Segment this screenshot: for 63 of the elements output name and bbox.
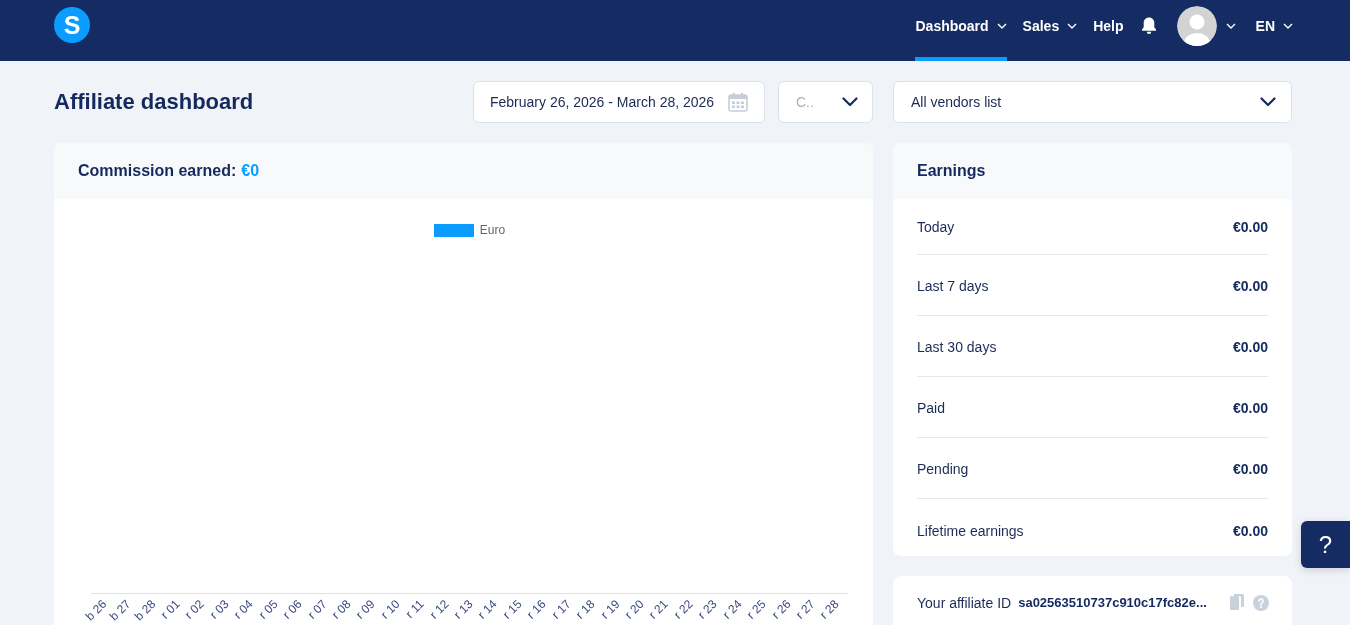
chevron-down-icon [1260,97,1276,107]
x-axis-label: r 14 [475,597,501,622]
x-axis-label: r 17 [548,597,574,622]
commission-label: Commission earned: [78,162,237,180]
calendar-icon [728,92,748,112]
x-axis-label: r 28 [817,597,842,622]
user-avatar-icon[interactable] [1176,5,1217,46]
nav-tab[interactable]: Sales [1022,0,1078,61]
earnings-value: €0.00 [1232,523,1268,539]
x-axis-label: r 27 [793,597,818,622]
x-axis-label: r 05 [255,597,281,622]
page-title: Affiliate dashboard [54,89,254,115]
language-selector[interactable]: EN [1255,17,1293,34]
x-axis-label: r 06 [280,597,305,622]
earnings-value: €0.00 [1232,400,1268,416]
x-axis-label: r 11 [402,597,427,621]
x-axis-label: r 13 [451,597,476,622]
x-axis-label: r 09 [353,597,378,622]
x-axis-label: r 01 [158,597,183,622]
x-axis-label: r 21 [646,597,671,622]
earnings-label: Last 7 days [917,278,989,294]
x-axis-label: r 26 [768,597,794,622]
affiliate-id-label: Your affiliate ID [917,594,1012,612]
earnings-title: Earnings [917,162,986,180]
x-axis-label: r 19 [597,597,623,622]
x-axis-label: b 27 [107,597,134,624]
x-axis-label: r 18 [573,597,598,622]
vendors-dropdown[interactable]: All vendors list [893,81,1292,123]
x-axis-label: r 02 [182,597,207,622]
x-axis-label: r 04 [231,597,256,622]
x-axis-label: r 22 [670,597,696,622]
x-axis-label: r 07 [304,597,330,622]
date-range-field[interactable]: February 26, 2026 - March 28, 2026 [473,81,765,123]
legend-label: Euro [479,224,506,237]
x-axis-label: r 12 [426,597,452,622]
x-axis-label: b 28 [131,597,159,624]
earnings-value: €0.00 [1232,339,1268,355]
x-axis-label: r 16 [524,597,549,622]
x-axis-label: r 24 [719,597,745,622]
x-axis-label: r 20 [622,597,647,622]
x-axis-label: r 10 [377,597,403,622]
earnings-label: Today [917,218,955,235]
chevron-down-icon [842,97,858,107]
earnings-label: Lifetime earnings [917,523,1024,539]
commission-amount: €0 [241,162,260,180]
caret-icon[interactable] [1225,22,1236,29]
earnings-value: €0.00 [1232,278,1268,294]
earnings-value: €0.00 [1232,218,1268,235]
nav-tab[interactable]: Dashboard [915,0,1007,61]
help-button[interactable]: ? [1301,521,1350,568]
x-axis-label: r 08 [329,597,354,622]
x-axis-label: r 25 [744,597,769,622]
earnings-label: Last 30 days [917,339,997,355]
bell-icon[interactable] [1139,16,1158,35]
x-axis-label: r 15 [499,597,525,622]
affiliate-id-value: sa02563510737c910c17fc82e... [1018,594,1207,612]
earnings-value: €0.00 [1232,461,1268,477]
earnings-label: Paid [917,400,946,416]
nav-tab[interactable]: Help [1093,0,1124,61]
x-axis-label: r 23 [695,597,720,622]
earnings-label: Pending [917,461,969,477]
x-axis-label: b 26 [82,597,110,624]
x-axis-label: r 03 [206,597,232,622]
